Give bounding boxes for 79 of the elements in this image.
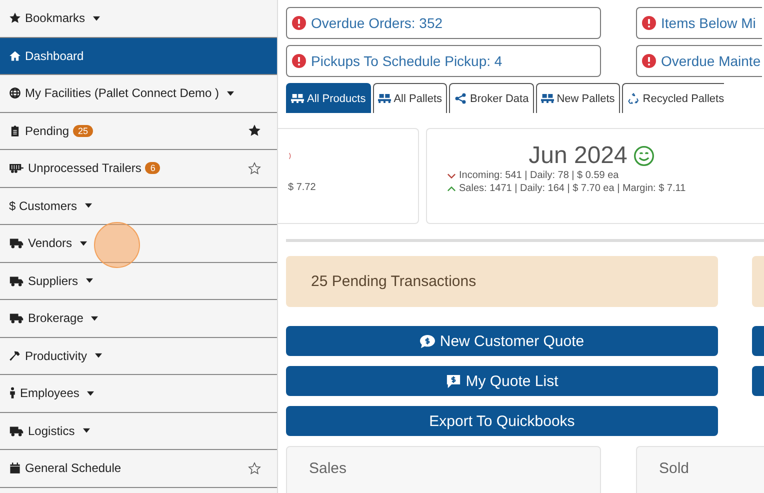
stat-line: Incoming: 541 | Daily: 78 | $ 0.59 ea (459, 170, 619, 181)
sidebar-label: Suppliers (28, 274, 78, 288)
sidebar-item[interactable]: Suppliers (0, 262, 277, 300)
truck-icon (9, 424, 24, 437)
count-badge: 25 (73, 124, 94, 137)
sidebar-item[interactable]: Unprocessed Trailers 6 (0, 150, 277, 188)
sidebar-label: Bookmarks (25, 11, 86, 26)
truck-icon (9, 312, 24, 324)
sidebar-item[interactable]: Dashboard (0, 38, 277, 75)
alert-icon (642, 16, 656, 30)
alert-link[interactable]: Items Below Mi (636, 7, 762, 39)
sidebar-item[interactable]: Employees (0, 375, 277, 412)
truck-icon (9, 274, 24, 287)
count-badge: 6 (145, 162, 160, 174)
sidebar-label: Dashboard (25, 48, 84, 63)
alert-icon (292, 54, 306, 68)
alert-link[interactable]: Overdue Orders: 352 (286, 7, 601, 39)
sidebar-item[interactable]: My Facilities (Pallet Connect Demo ) (0, 75, 277, 112)
panel-title: Sales (309, 460, 347, 477)
alert-link[interactable]: Pickups To Schedule Pickup: 4 (286, 45, 601, 77)
month-title: Jun 2024 (528, 142, 628, 170)
stat-line: $ 7.72 (288, 182, 316, 193)
sidebar-label: Vendors (28, 236, 72, 250)
truck-icon (9, 237, 24, 250)
recycle-icon (626, 93, 640, 104)
action-button[interactable] (752, 366, 764, 396)
sidebar-label: $ Customers (9, 198, 78, 213)
sidebar-item[interactable]: Logistics (0, 412, 277, 450)
trailer-icon (9, 162, 24, 174)
action-button[interactable] (752, 326, 764, 356)
click-indicator (94, 222, 140, 268)
share-icon (454, 93, 467, 104)
home-icon (9, 50, 21, 62)
panel-title: Sold (659, 460, 690, 477)
calendar-icon (9, 462, 21, 474)
comment-dollar-icon (420, 334, 435, 348)
sidebar-item[interactable]: $ Customers (0, 188, 277, 225)
sidebar-item[interactable]: Pending 25 (0, 112, 277, 150)
sidebar-item[interactable]: General Schedule (0, 450, 277, 488)
pallet-icon (291, 93, 304, 104)
alert-link[interactable]: Overdue Mainte (636, 45, 762, 77)
pending-text: 25 Pending Transactions (311, 273, 476, 290)
smiley-icon (633, 145, 656, 167)
tab[interactable]: New Pallets (536, 83, 620, 113)
hammer-icon (9, 350, 21, 362)
sidebar-label: Logistics (28, 424, 75, 438)
globe-icon (9, 87, 21, 100)
sidebar-label: Brokerage (28, 311, 84, 326)
tab[interactable]: All Pallets (372, 83, 447, 113)
sidebar-label: Pending (25, 124, 70, 138)
star-outline-icon[interactable] (248, 162, 261, 175)
sidebar-label: General Schedule (25, 461, 122, 476)
tab[interactable]: Broker Data (449, 83, 534, 113)
clipboard-icon (9, 124, 21, 137)
sidebar-item[interactable]: Vendors (0, 225, 277, 262)
star-icon[interactable] (248, 124, 261, 138)
star-outline-icon[interactable] (248, 462, 261, 475)
sidebar-item[interactable]: Brokerage (0, 300, 277, 338)
person-icon (9, 387, 16, 400)
action-button[interactable]: Export To Quickbooks (286, 406, 718, 436)
pallet-icon (378, 93, 391, 104)
up-chevron-icon (447, 186, 456, 192)
sidebar-label: Productivity (25, 348, 88, 363)
tab[interactable]: Recycled Pallets (622, 83, 724, 113)
tab[interactable]: All Products (286, 83, 371, 113)
sidebar-item[interactable]: Productivity (0, 338, 277, 375)
stat-line: Sales: 1471 | Daily: 164 | $ 7.70 ea | Margin: $ 7.11 (459, 183, 686, 194)
sidebar-label: My Facilities (Pallet Connect Demo ) (25, 86, 220, 100)
pending-panel (752, 256, 764, 307)
alert-icon (292, 16, 306, 30)
alert-icon (642, 54, 656, 68)
message-dollar-icon (446, 374, 461, 388)
sidebar-label: Employees (20, 386, 80, 400)
down-chevron-icon (447, 172, 456, 178)
star-icon (9, 12, 21, 24)
pallet-icon (540, 93, 554, 104)
action-button[interactable]: My Quote List (286, 366, 718, 396)
action-button[interactable]: New Customer Quote (286, 326, 718, 356)
sidebar-label: Unprocessed Trailers (28, 161, 142, 176)
